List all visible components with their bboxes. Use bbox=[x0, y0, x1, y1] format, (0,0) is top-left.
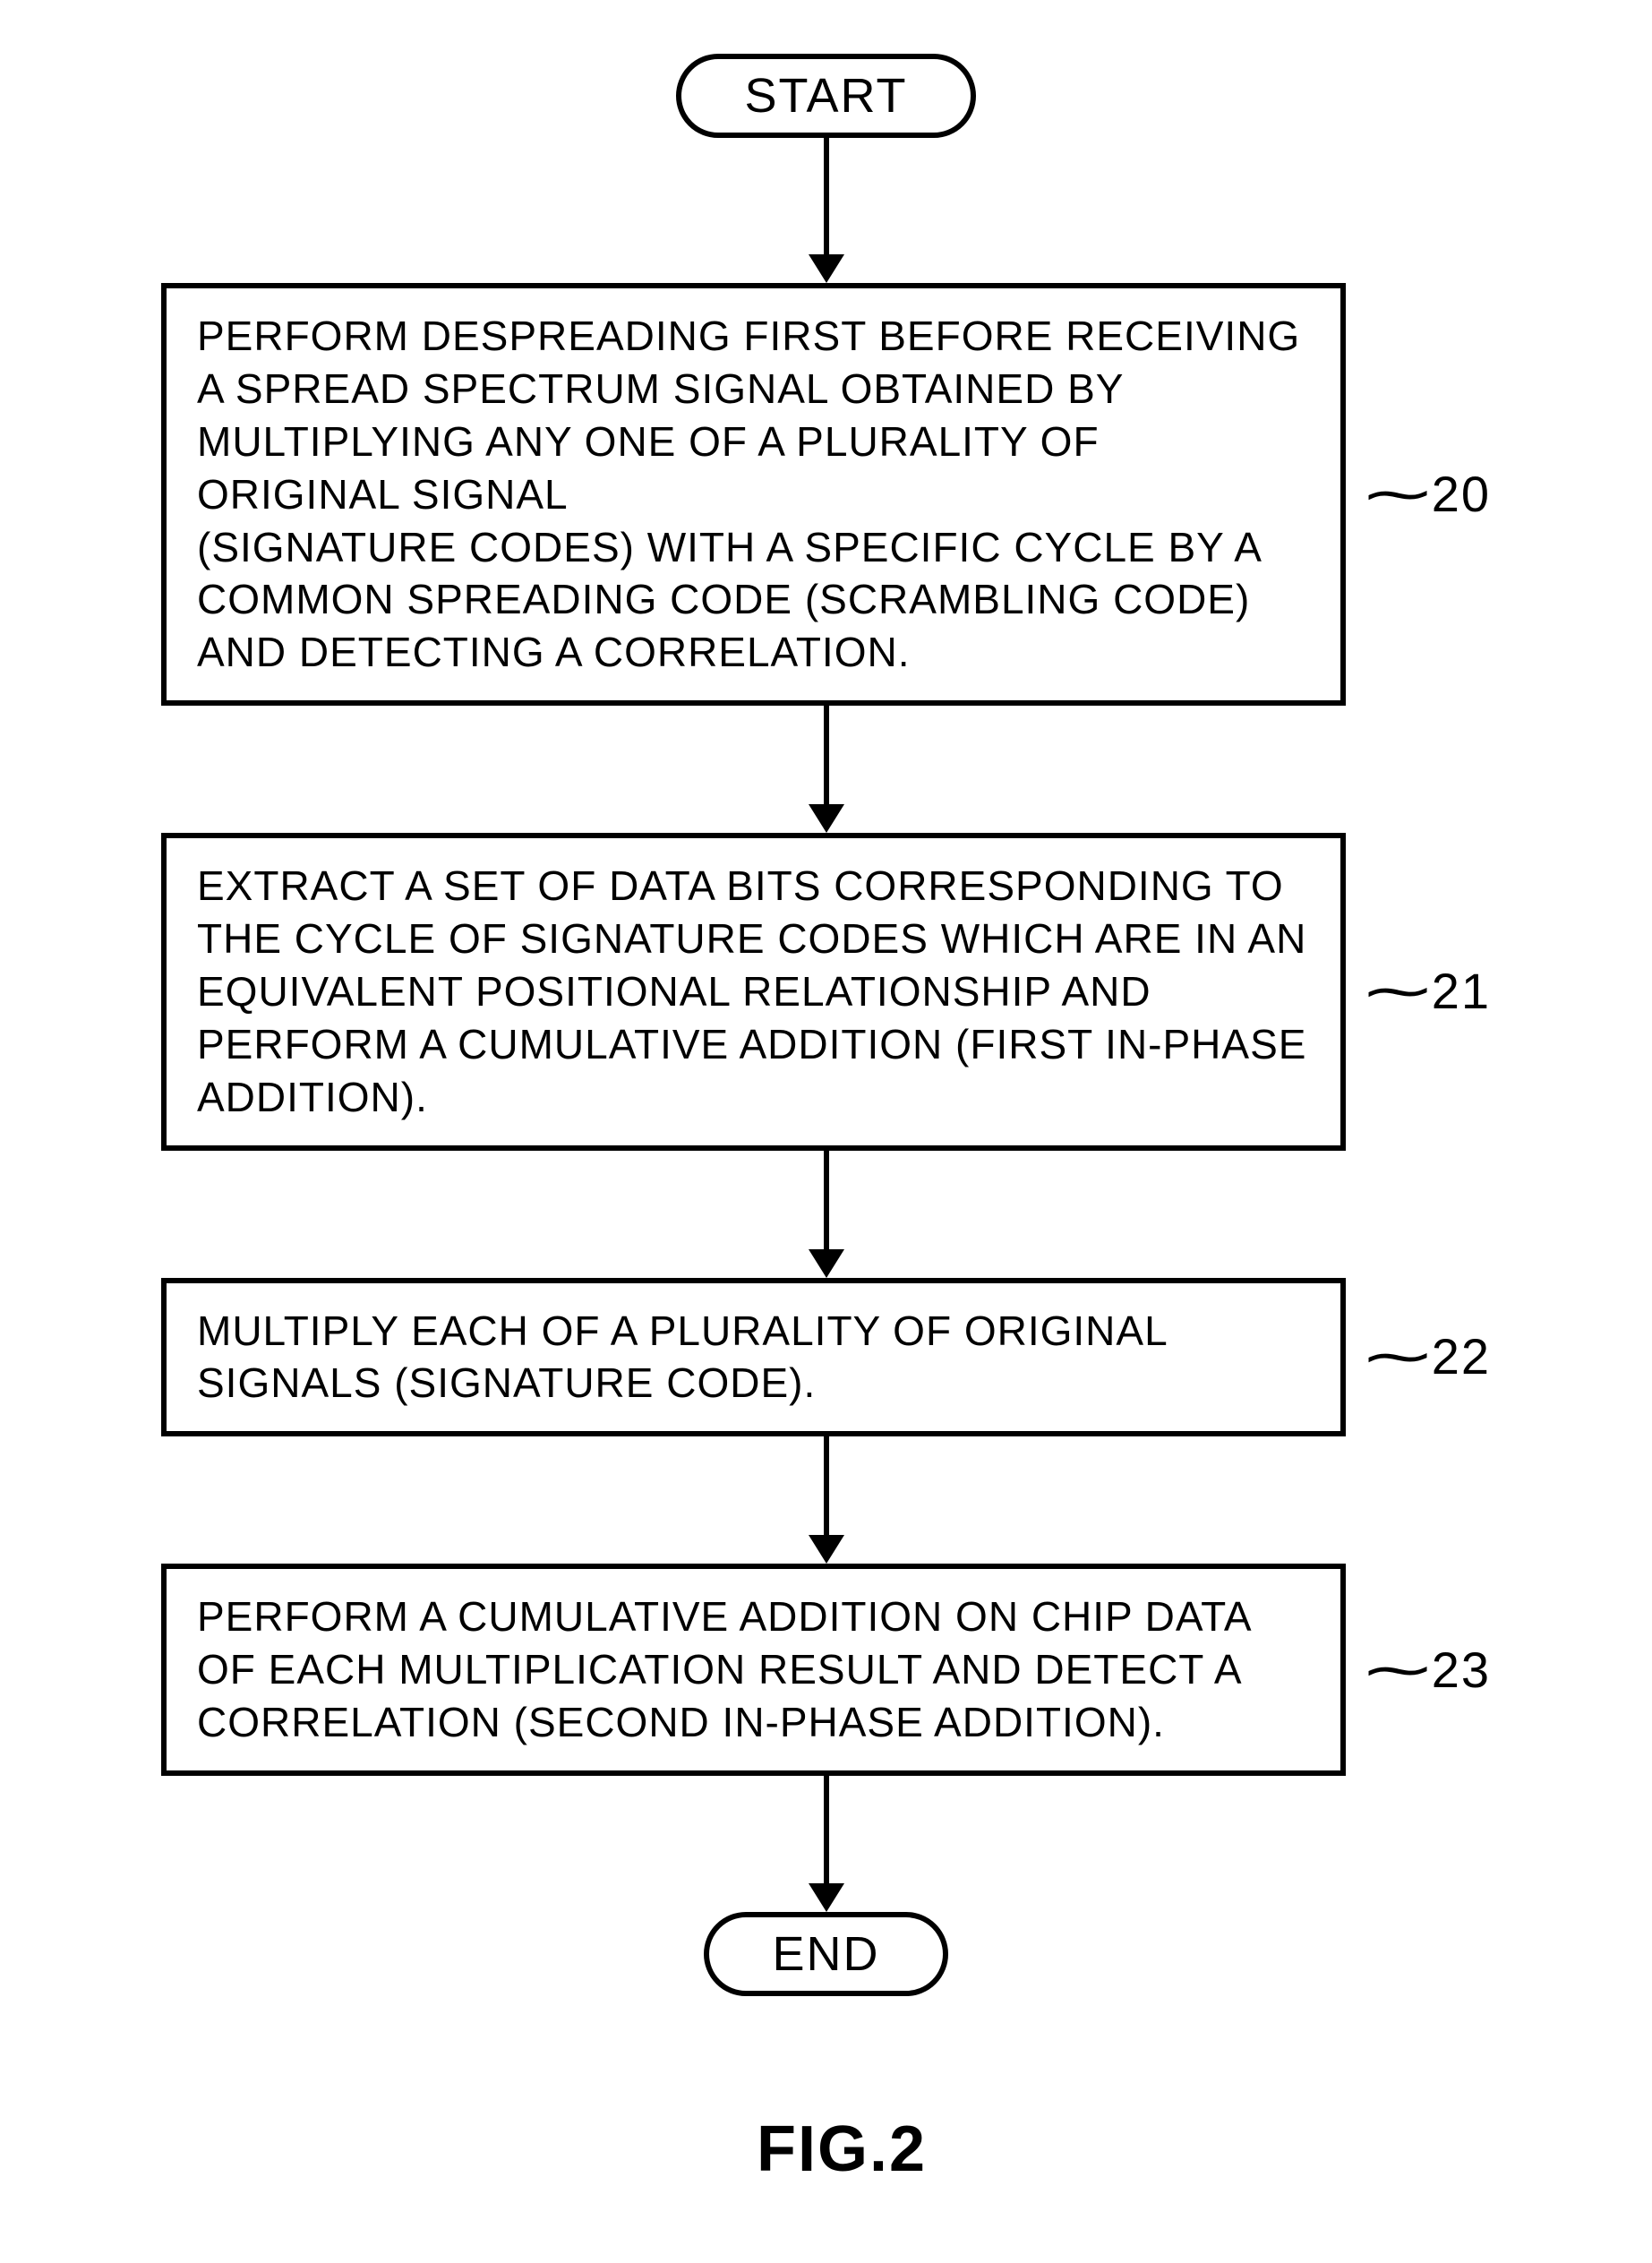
arrow-head-icon bbox=[809, 804, 844, 833]
leader-curve-icon: ⁓ bbox=[1365, 1330, 1430, 1384]
arrow bbox=[809, 138, 844, 283]
arrow-head-icon bbox=[809, 1883, 844, 1912]
arrow-shaft bbox=[824, 138, 829, 254]
step-ref: ⁓ 23 bbox=[1371, 1643, 1491, 1697]
leader-curve-icon: ⁓ bbox=[1365, 964, 1430, 1018]
step-box-20: PERFORM DESPREADING FIRST BEFORE RECEIVI… bbox=[161, 283, 1346, 706]
arrow bbox=[809, 706, 844, 833]
step-ref-num: 21 bbox=[1432, 966, 1491, 1016]
flowchart: START PERFORM DESPREADING FIRST BEFORE R… bbox=[161, 54, 1491, 2186]
arrow-shaft bbox=[824, 1776, 829, 1883]
terminator-start: START bbox=[676, 54, 975, 138]
arrow-shaft bbox=[824, 1436, 829, 1535]
arrow-head-icon bbox=[809, 1535, 844, 1564]
step-ref-num: 23 bbox=[1432, 1645, 1491, 1695]
leader-curve-icon: ⁓ bbox=[1365, 1643, 1430, 1697]
step-row: PERFORM DESPREADING FIRST BEFORE RECEIVI… bbox=[161, 283, 1491, 706]
arrow bbox=[809, 1776, 844, 1912]
terminator-end: END bbox=[704, 1912, 947, 1996]
leader-curve-icon: ⁓ bbox=[1365, 467, 1430, 521]
figure-caption: FIG.2 bbox=[757, 2113, 927, 2186]
step-box-21: EXTRACT A SET OF DATA BITS CORRESPONDING… bbox=[161, 833, 1346, 1150]
arrow-head-icon bbox=[809, 254, 844, 283]
step-ref: ⁓ 20 bbox=[1371, 467, 1491, 521]
arrow bbox=[809, 1436, 844, 1564]
step-ref: ⁓ 22 bbox=[1371, 1330, 1491, 1384]
step-box-23: PERFORM A CUMULATIVE ADDITION ON CHIP DA… bbox=[161, 1564, 1346, 1776]
step-ref: ⁓ 21 bbox=[1371, 964, 1491, 1018]
step-box-22: MULTIPLY EACH OF A PLURALITY OF ORIGINAL… bbox=[161, 1278, 1346, 1437]
step-ref-num: 22 bbox=[1432, 1332, 1491, 1382]
arrow-head-icon bbox=[809, 1249, 844, 1278]
arrow-shaft bbox=[824, 706, 829, 804]
step-row: PERFORM A CUMULATIVE ADDITION ON CHIP DA… bbox=[161, 1564, 1491, 1776]
step-row: MULTIPLY EACH OF A PLURALITY OF ORIGINAL… bbox=[161, 1278, 1491, 1437]
step-ref-num: 20 bbox=[1432, 469, 1491, 519]
step-row: EXTRACT A SET OF DATA BITS CORRESPONDING… bbox=[161, 833, 1491, 1150]
page: START PERFORM DESPREADING FIRST BEFORE R… bbox=[0, 0, 1652, 2263]
arrow-shaft bbox=[824, 1151, 829, 1249]
arrow bbox=[809, 1151, 844, 1278]
